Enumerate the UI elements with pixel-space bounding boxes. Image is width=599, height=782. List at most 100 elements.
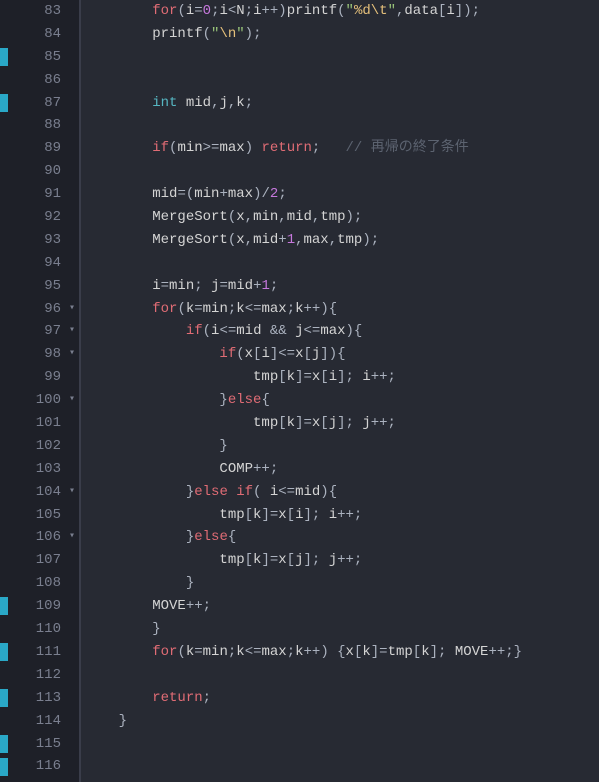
line-number: 84	[10, 23, 61, 46]
line-number: 96	[10, 298, 61, 321]
fold-marker	[65, 687, 79, 710]
fold-marker	[65, 733, 79, 756]
fold-marker[interactable]: ▾	[65, 298, 79, 321]
fold-marker[interactable]: ▾	[65, 481, 79, 504]
line-marker	[0, 48, 8, 66]
code-line[interactable]	[85, 755, 599, 778]
line-number: 103	[10, 458, 61, 481]
code-line[interactable]	[85, 46, 599, 69]
line-number: 100	[10, 389, 61, 412]
line-number: 115	[10, 733, 61, 756]
fold-marker	[65, 755, 79, 778]
code-line[interactable]: }	[85, 618, 599, 641]
line-number-gutter: 8384858687888990919293949596979899100101…	[10, 0, 65, 782]
code-line[interactable]: i=min; j=mid+1;	[85, 275, 599, 298]
fold-marker	[65, 137, 79, 160]
code-line[interactable]: }else if( i<=mid){	[85, 481, 599, 504]
code-line[interactable]	[85, 664, 599, 687]
code-line[interactable]: for(k=min;k<=max;k++) {x[k]=tmp[k]; MOVE…	[85, 641, 599, 664]
line-number: 95	[10, 275, 61, 298]
fold-marker	[65, 504, 79, 527]
fold-marker	[65, 206, 79, 229]
fold-marker	[65, 46, 79, 69]
fold-marker	[65, 114, 79, 137]
fold-marker	[65, 229, 79, 252]
line-number: 98	[10, 343, 61, 366]
fold-marker	[65, 183, 79, 206]
line-number: 93	[10, 229, 61, 252]
fold-marker	[65, 549, 79, 572]
line-marker	[0, 758, 8, 776]
code-line[interactable]: }	[85, 572, 599, 595]
code-line[interactable]: if(min>=max) return; // 再帰の終了条件	[85, 137, 599, 160]
line-number: 83	[10, 0, 61, 23]
line-number: 101	[10, 412, 61, 435]
line-number: 87	[10, 92, 61, 115]
line-number: 116	[10, 755, 61, 778]
fold-marker	[65, 0, 79, 23]
fold-marker	[65, 366, 79, 389]
line-number: 105	[10, 504, 61, 527]
code-line[interactable]	[85, 160, 599, 183]
code-line[interactable]	[85, 252, 599, 275]
line-marker	[0, 94, 8, 112]
line-number: 97	[10, 320, 61, 343]
fold-marker[interactable]: ▾	[65, 320, 79, 343]
line-number: 106	[10, 526, 61, 549]
line-number: 86	[10, 69, 61, 92]
code-line[interactable]: tmp[k]=x[j]; j++;	[85, 549, 599, 572]
line-number: 85	[10, 46, 61, 69]
fold-marker	[65, 275, 79, 298]
fold-marker	[65, 92, 79, 115]
line-number: 113	[10, 687, 61, 710]
code-line[interactable]: printf("\n");	[85, 23, 599, 46]
code-line[interactable]	[85, 69, 599, 92]
fold-marker	[65, 595, 79, 618]
line-number: 90	[10, 160, 61, 183]
line-marker	[0, 735, 8, 753]
code-line[interactable]: tmp[k]=x[j]; j++;	[85, 412, 599, 435]
line-marker	[0, 689, 8, 707]
line-number: 91	[10, 183, 61, 206]
line-number: 111	[10, 641, 61, 664]
fold-marker	[65, 618, 79, 641]
fold-marker[interactable]: ▾	[65, 389, 79, 412]
code-line[interactable]: if(x[i]<=x[j]){	[85, 343, 599, 366]
code-line[interactable]	[85, 733, 599, 756]
fold-marker[interactable]: ▾	[65, 526, 79, 549]
code-line[interactable]: for(i=0;i<N;i++)printf("%d\t",data[i]);	[85, 0, 599, 23]
line-number: 109	[10, 595, 61, 618]
line-marker	[0, 597, 8, 615]
code-line[interactable]: }	[85, 435, 599, 458]
fold-marker	[65, 160, 79, 183]
code-area[interactable]: for(i=0;i<N;i++)printf("%d\t",data[i]); …	[81, 0, 599, 782]
code-line[interactable]: COMP++;	[85, 458, 599, 481]
line-number: 112	[10, 664, 61, 687]
code-line[interactable]: tmp[k]=x[i]; i++;	[85, 504, 599, 527]
code-line[interactable]: }	[85, 710, 599, 733]
code-line[interactable]: MergeSort(x,min,mid,tmp);	[85, 206, 599, 229]
line-number: 108	[10, 572, 61, 595]
line-number: 89	[10, 137, 61, 160]
fold-marker[interactable]: ▾	[65, 343, 79, 366]
line-marker	[0, 643, 8, 661]
code-line[interactable]	[85, 114, 599, 137]
code-line[interactable]: }else{	[85, 526, 599, 549]
code-line[interactable]: tmp[k]=x[i]; i++;	[85, 366, 599, 389]
code-line[interactable]: mid=(min+max)/2;	[85, 183, 599, 206]
code-line[interactable]: int mid,j,k;	[85, 92, 599, 115]
fold-marker	[65, 664, 79, 687]
code-line[interactable]: for(k=min;k<=max;k++){	[85, 298, 599, 321]
code-line[interactable]: MergeSort(x,mid+1,max,tmp);	[85, 229, 599, 252]
code-line[interactable]: if(i<=mid && j<=max){	[85, 320, 599, 343]
fold-marker	[65, 641, 79, 664]
code-line[interactable]: }else{	[85, 389, 599, 412]
line-number: 94	[10, 252, 61, 275]
line-number: 88	[10, 114, 61, 137]
line-number: 104	[10, 481, 61, 504]
line-number: 107	[10, 549, 61, 572]
code-line[interactable]: MOVE++;	[85, 595, 599, 618]
code-line[interactable]: return;	[85, 687, 599, 710]
fold-marker	[65, 412, 79, 435]
fold-marker	[65, 69, 79, 92]
